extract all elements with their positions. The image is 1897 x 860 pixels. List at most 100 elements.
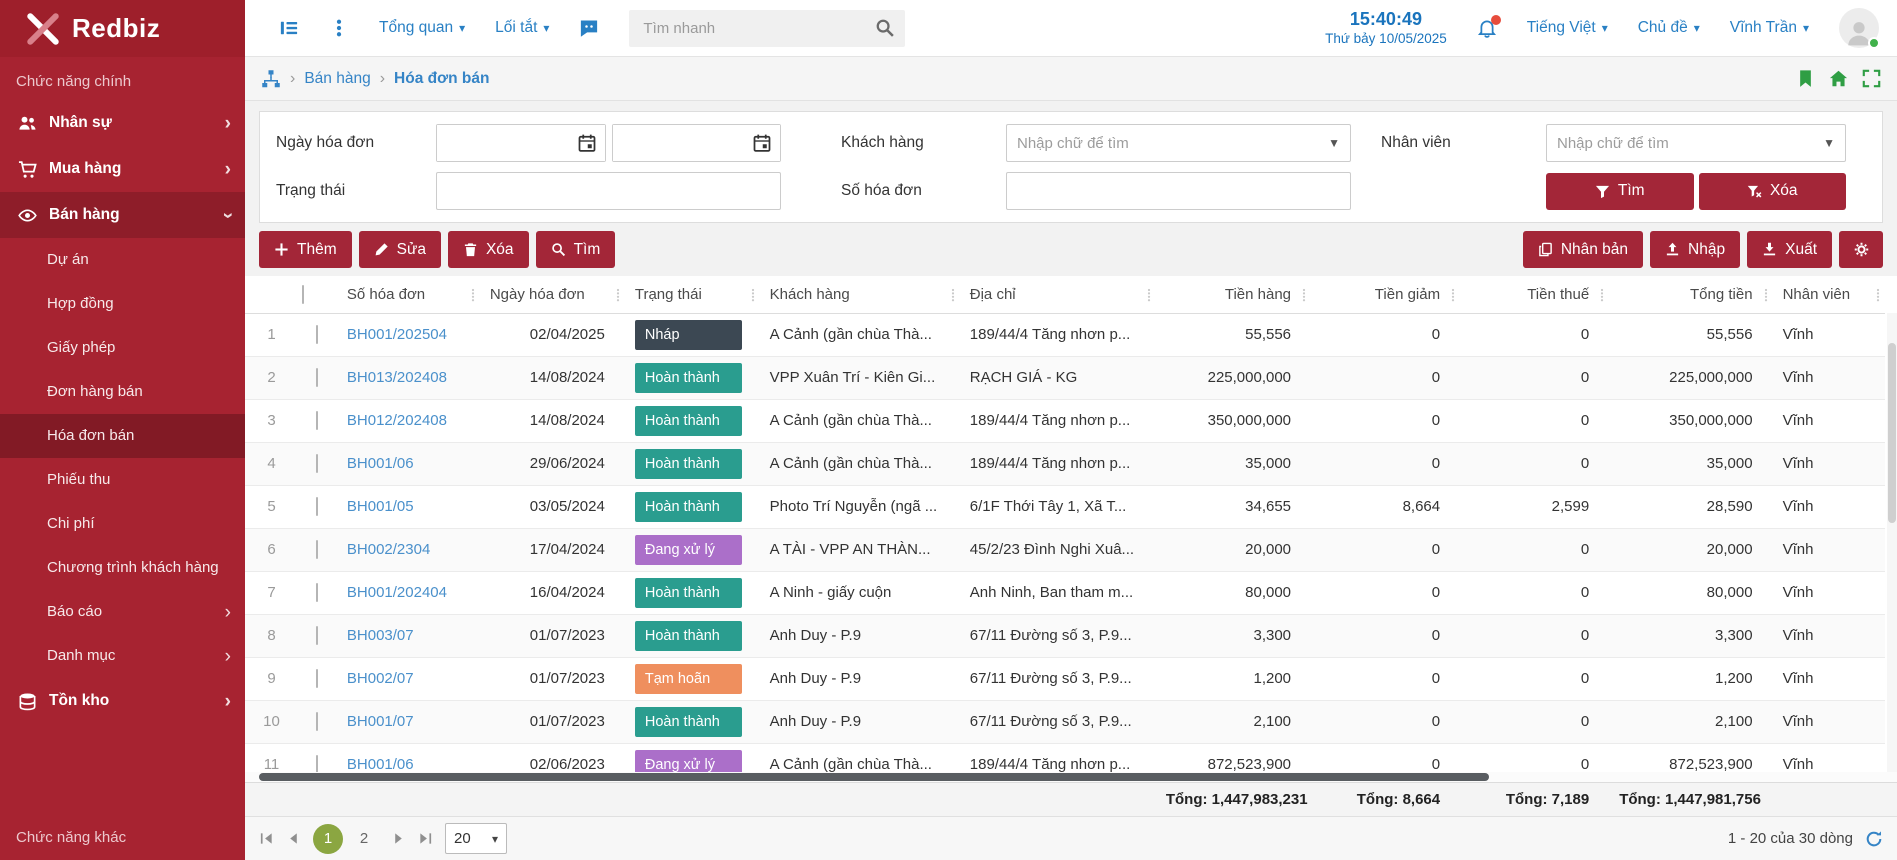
column-header-4[interactable]: Trạng thái xyxy=(624,276,760,314)
horizontal-scrollbar-thumb[interactable] xyxy=(259,773,1489,781)
calendar-icon[interactable] xyxy=(752,133,772,157)
invoice-link[interactable]: BH001/06 xyxy=(347,756,414,772)
employee-combobox[interactable]: Nhập chữ để tìm ▼ xyxy=(1546,124,1846,162)
invoice-no-input[interactable] xyxy=(1006,172,1351,210)
filter-clear-button[interactable]: Xóa xyxy=(1698,172,1846,210)
invoice-link[interactable]: BH002/2304 xyxy=(347,541,430,558)
first-page-icon[interactable] xyxy=(259,831,274,846)
sidebar-item-hop-ong[interactable]: Hợp đồng xyxy=(0,282,245,326)
row-checkbox[interactable] xyxy=(316,497,319,516)
column-header-2[interactable]: Số hóa đơn xyxy=(336,276,480,314)
column-grip-icon[interactable] xyxy=(1763,287,1769,307)
sidebar-toggle-icon[interactable] xyxy=(279,18,299,38)
sidebar-item-danh-muc[interactable]: Danh mục › xyxy=(0,634,245,678)
row-checkbox[interactable] xyxy=(316,712,319,731)
invoice-link[interactable]: BH012/202408 xyxy=(347,412,447,429)
sidebar-item-bao-cao[interactable]: Báo cáo › xyxy=(0,590,245,634)
column-grip-icon[interactable] xyxy=(1146,287,1152,307)
column-grip-icon[interactable] xyxy=(615,287,621,307)
status-input[interactable] xyxy=(436,172,781,210)
sidebar-item-hoa-on-ban[interactable]: Hóa đơn bán xyxy=(0,414,245,458)
quick-search-input[interactable] xyxy=(643,19,876,37)
toolbar-xoa-button[interactable]: Xóa xyxy=(447,231,529,268)
sidebar-item-chuong-trinh-khach-hang[interactable]: Chương trình khách hàng xyxy=(0,546,245,590)
toolbar-settings-button[interactable] xyxy=(1839,231,1883,268)
nav-shortcuts[interactable]: Lối tắt ▾ xyxy=(495,19,549,37)
column-header-9[interactable]: Tiền thuế xyxy=(1460,276,1610,314)
invoice-link[interactable]: BH001/06 xyxy=(347,455,414,472)
chat-icon[interactable] xyxy=(579,18,599,38)
row-checkbox[interactable] xyxy=(316,411,319,430)
column-grip-icon[interactable] xyxy=(1875,287,1881,307)
refresh-icon[interactable] xyxy=(1865,830,1883,848)
invoice-link[interactable]: BH001/07 xyxy=(347,713,414,730)
sidebar-item-ton-kho[interactable]: Tồn kho › xyxy=(0,678,245,724)
column-grip-icon[interactable] xyxy=(1599,287,1605,307)
row-checkbox[interactable] xyxy=(316,325,319,344)
page-button-1[interactable]: 1 xyxy=(313,823,343,854)
row-checkbox[interactable] xyxy=(316,583,319,602)
sidebar-item-phieu-thu[interactable]: Phiếu thu xyxy=(0,458,245,502)
sidebar-item-chi-phi[interactable]: Chi phí xyxy=(0,502,245,546)
row-checkbox[interactable] xyxy=(316,626,319,645)
vertical-scrollbar-thumb[interactable] xyxy=(1888,343,1896,523)
row-checkbox[interactable] xyxy=(316,454,319,473)
column-header-10[interactable]: Tổng tiền xyxy=(1609,276,1773,314)
column-grip-icon[interactable] xyxy=(470,287,476,307)
sidebar-item-giay-phep[interactable]: Giấy phép xyxy=(0,326,245,370)
toolbar-them-button[interactable]: Thêm xyxy=(259,231,352,268)
sidebar-item-nhan-su[interactable]: Nhân sự › xyxy=(0,100,245,146)
invoice-link[interactable]: BH003/07 xyxy=(347,627,414,644)
column-header-7[interactable]: Tiền hàng xyxy=(1155,276,1312,314)
customer-combobox[interactable]: Nhập chữ để tìm ▼ xyxy=(1006,124,1351,162)
bookmark-icon[interactable] xyxy=(1796,69,1815,88)
column-header-6[interactable]: Địa chỉ xyxy=(959,276,1156,314)
invoice-link[interactable]: BH002/07 xyxy=(347,670,414,687)
language-menu[interactable]: Tiếng Việt ▾ xyxy=(1527,19,1608,37)
sidebar-item--on-hang-ban[interactable]: Đơn hàng bán xyxy=(0,370,245,414)
invoice-link[interactable]: BH001/202404 xyxy=(347,584,447,601)
column-grip-icon[interactable] xyxy=(950,287,956,307)
last-page-icon[interactable] xyxy=(418,831,433,846)
column-header-11[interactable]: Nhân viên xyxy=(1772,276,1885,314)
invoice-link[interactable]: BH001/05 xyxy=(347,498,414,515)
sidebar-item-ban-hang[interactable]: Bán hàng › xyxy=(0,192,245,238)
toolbar-sua-button[interactable]: Sửa xyxy=(358,231,441,268)
page-button-2[interactable]: 2 xyxy=(349,824,379,854)
next-page-icon[interactable] xyxy=(391,831,406,846)
home-icon[interactable] xyxy=(1829,69,1848,88)
prev-page-icon[interactable] xyxy=(286,831,301,846)
column-header-8[interactable]: Tiền giảm xyxy=(1311,276,1461,314)
toolbar-tim-button[interactable]: Tìm xyxy=(535,231,616,268)
fullscreen-icon[interactable] xyxy=(1862,69,1881,88)
notifications-bell-icon[interactable] xyxy=(1477,15,1501,38)
filter-find-button[interactable]: Tìm xyxy=(1546,172,1694,210)
toolbar-nhan-ban-button[interactable]: Nhân bản xyxy=(1522,231,1644,268)
row-checkbox[interactable] xyxy=(316,669,319,688)
theme-menu[interactable]: Chủ đề ▾ xyxy=(1638,19,1700,37)
column-header-5[interactable]: Khách hàng xyxy=(759,276,960,314)
breadcrumb-sales[interactable]: Bán hàng xyxy=(304,70,370,88)
column-header-3[interactable]: Ngày hóa đơn xyxy=(479,276,625,314)
row-checkbox[interactable] xyxy=(316,755,319,772)
toolbar-nhap-button[interactable]: Nhập xyxy=(1650,231,1741,268)
avatar[interactable] xyxy=(1839,8,1880,49)
search-icon[interactable] xyxy=(875,18,895,38)
sidebar-item-du-an[interactable]: Dự án xyxy=(0,238,245,282)
invoice-link[interactable]: BH001/202504 xyxy=(347,326,447,343)
page-size-select[interactable]: 20 ▾ xyxy=(445,823,507,854)
invoice-link[interactable]: BH013/202408 xyxy=(347,369,447,386)
select-all-checkbox[interactable] xyxy=(301,284,304,304)
kebab-menu-icon[interactable] xyxy=(329,18,349,38)
sidebar-item-mua-hang[interactable]: Mua hàng › xyxy=(0,146,245,192)
column-grip-icon[interactable] xyxy=(750,287,756,307)
column-grip-icon[interactable] xyxy=(1450,287,1456,307)
user-menu[interactable]: Vĩnh Trần ▾ xyxy=(1730,19,1809,37)
row-checkbox[interactable] xyxy=(316,540,319,559)
nav-overview[interactable]: Tổng quan ▾ xyxy=(379,19,465,37)
calendar-icon[interactable] xyxy=(577,133,597,157)
sitemap-icon[interactable] xyxy=(261,69,281,89)
column-grip-icon[interactable] xyxy=(1301,287,1307,307)
toolbar-xuat-button[interactable]: Xuất xyxy=(1747,231,1832,268)
row-checkbox[interactable] xyxy=(316,368,319,387)
